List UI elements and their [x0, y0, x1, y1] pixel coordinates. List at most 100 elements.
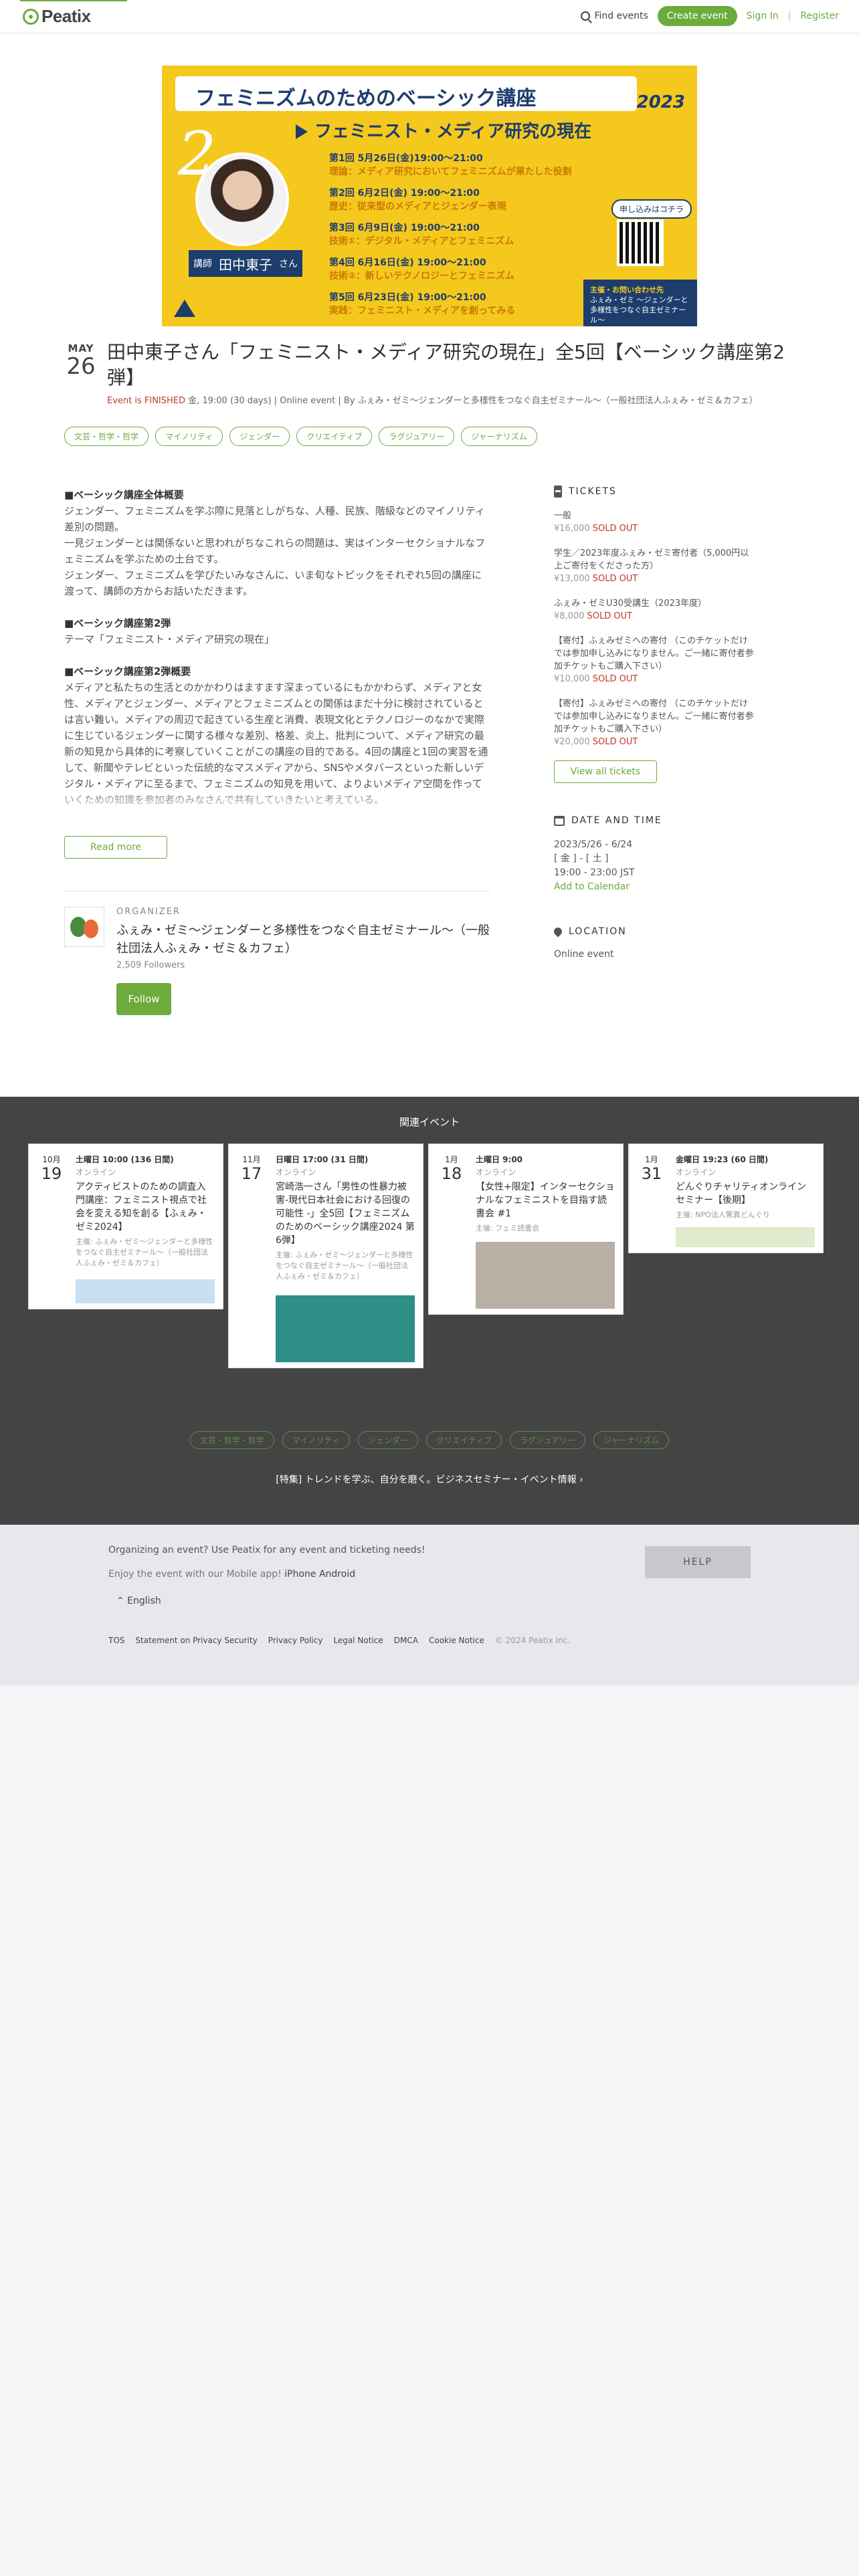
event-date-block: MAY 26	[64, 342, 98, 379]
tag-link[interactable]: ジェンダー	[229, 427, 290, 446]
lecturer-portrait	[195, 152, 289, 246]
contact-body: ふぇみ・ゼミ 〜ジェンダーと多様性をつなぐ自主ゼミナール〜	[590, 296, 688, 324]
read-more-button[interactable]: Read more	[64, 836, 167, 859]
card-title: アクティビストのための調査入門講座：フェミニスト視点で社会を変える知を創る【ふぇ…	[76, 1182, 207, 1232]
peatix-logo[interactable]: Peatix	[23, 6, 91, 27]
mobile-app-label: Enjoy the event with our Mobile app!	[108, 1569, 282, 1580]
session-item: 第1回 5月26日(金)19:00〜21:00 理論：メディア研究においてフェミ…	[329, 151, 597, 178]
session-topic: 実践：フェミニスト・メディアを創ってみる	[329, 306, 516, 316]
tag-link[interactable]: ラグジュアリー	[510, 1431, 585, 1449]
location-pin-icon	[552, 926, 564, 938]
date-days: [ 金 ] - [ 土 ]	[554, 853, 609, 864]
session-date: 第3回 6月9日(金) 19:00〜21:00	[329, 223, 480, 233]
ticket-name: 【寄付】ふぇみゼミへの寄付 （このチケットだけでは参加申し込みになりません。ご一…	[554, 699, 754, 734]
footer-link[interactable]: Legal Notice	[333, 1636, 383, 1645]
session-item: 第3回 6月9日(金) 19:00〜21:00 技術①：デジタル・メディアとフェ…	[329, 221, 597, 247]
related-event-card[interactable]: 1月 18 土曜日 9:00 オンライン 【女性+限定】インターセクショナルなフ…	[428, 1144, 624, 1315]
ticket-status: SOLD OUT	[592, 574, 638, 584]
play-arrow-icon	[296, 124, 308, 139]
ticket-status: SOLD OUT	[592, 674, 638, 684]
tag-link[interactable]: ラグジュアリー	[379, 427, 455, 446]
add-to-calendar-link[interactable]: Add to Calendar	[554, 880, 755, 894]
lecturer-name: 田中東子	[219, 256, 272, 273]
card-day: 19	[41, 1164, 62, 1183]
banner-title: フェミニズムのためのベーシック講座	[195, 87, 537, 110]
nav-separator: |	[787, 11, 791, 21]
card-time: 金曜日 19:23 (60 日間)	[676, 1155, 769, 1164]
time-range: 19:00 - 23:00 JST	[554, 867, 635, 878]
register-link[interactable]: Register	[800, 11, 839, 21]
description-paragraph: 一見ジェンダーとは関係ないと思われがちなこれらの問題は、実はインターセクショナル…	[64, 537, 486, 565]
apply-speech-bubble: 申し込みはコチラ	[611, 199, 692, 219]
card-image	[276, 1295, 415, 1362]
accent-bar	[20, 0, 127, 1]
date-time-heading-label: DATE AND TIME	[571, 815, 662, 826]
sign-in-link[interactable]: Sign In	[747, 11, 779, 21]
organizer-avatar[interactable]	[64, 907, 104, 947]
card-month: 11月	[242, 1155, 261, 1164]
tag-link[interactable]: ジェンダー	[357, 1431, 418, 1449]
footer-links: TOS Statement on Privacy Security Privac…	[108, 1636, 570, 1645]
session-date: 第2回 6月2日(金) 19:00〜21:00	[329, 188, 480, 199]
android-link[interactable]: Android	[319, 1569, 355, 1580]
tag-link[interactable]: 文芸・哲学・哲学	[64, 427, 149, 446]
tag-link[interactable]: クリエイティブ	[425, 1431, 502, 1449]
card-body: 土曜日 10:00 (136 日間) オンライン アクティビストのための調査入門…	[76, 1154, 215, 1269]
organizing-text: Organizing an event? Use Peatix for any …	[108, 1545, 425, 1555]
session-list: 第1回 5月26日(金)19:00〜21:00 理論：メディア研究においてフェミ…	[329, 151, 597, 325]
card-online: オンライン	[276, 1168, 316, 1177]
iphone-link[interactable]: iPhone	[284, 1569, 316, 1580]
card-organizer: 主催: フェミ読書会	[476, 1224, 540, 1232]
find-events-label: Find events	[594, 11, 648, 21]
copyright: © 2024 Peatix Inc.	[494, 1636, 571, 1645]
card-organizer: 主催: NPO法人驚異どんぐり	[676, 1210, 770, 1219]
footer-link[interactable]: TOS	[108, 1636, 124, 1645]
lecturer-label: 講師	[193, 259, 212, 270]
tag-link[interactable]: ジャーナリズム	[593, 1431, 670, 1449]
related-event-card[interactable]: 1月 31 金曜日 19:23 (60 日間) オンライン どんぐりチャリティオ…	[628, 1144, 824, 1253]
banner-contact: 主催・お問い合わせ先 ふぇみ・ゼミ 〜ジェンダーと多様性をつなぐ自主ゼミナール〜	[583, 280, 697, 326]
card-time: 土曜日 10:00 (136 日間)	[76, 1155, 174, 1164]
find-events-link[interactable]: Find events	[581, 11, 648, 21]
help-button[interactable]: HELP	[645, 1546, 751, 1578]
description-paragraph: ジェンダー、フェミニズムを学ぶ際に見落としがちな、人種、民族、階級などのマイノリ…	[64, 505, 485, 533]
footer-link[interactable]: Cookie Notice	[429, 1636, 484, 1645]
tag-link[interactable]: クリエイティブ	[296, 427, 373, 446]
event-meta: Event is FINISHED 金, 19:00 (30 days) | O…	[107, 395, 789, 407]
ticket-status: SOLD OUT	[592, 737, 638, 747]
view-all-tickets-button[interactable]: View all tickets	[554, 760, 657, 783]
footer-link[interactable]: Statement on Privacy Security	[135, 1636, 257, 1645]
card-time: 土曜日 9:00	[476, 1155, 523, 1164]
create-event-button[interactable]: Create event	[657, 6, 737, 26]
location-heading: LOCATION	[552, 926, 755, 938]
feature-link[interactable]: [特集] トレンドを学ぶ、自分を磨く。ビジネスセミナー・イベント情報 ›	[0, 1473, 859, 1486]
card-date: 11月 17	[238, 1154, 265, 1182]
session-topic: 技術②：新しいテクノロジーとフェミニズム	[329, 271, 515, 282]
ticket-item: 【寄付】ふぇみゼミへの寄付 （このチケットだけでは参加申し込みになりません。ご一…	[554, 635, 755, 685]
session-topic: 理論：メディア研究においてフェミニズムが果たした役割	[329, 167, 572, 177]
contact-heading: 主催・お問い合わせ先	[590, 286, 664, 294]
language-selector[interactable]: ⌃ English	[116, 1596, 161, 1606]
top-navigation: Peatix Find events Create event Sign In …	[0, 0, 859, 33]
related-event-card[interactable]: 11月 17 日曜日 17:00 (31 日間) オンライン 宮崎浩一さん「男性…	[228, 1144, 423, 1368]
tag-link[interactable]: マイノリティ	[155, 427, 223, 446]
tag-link[interactable]: 文芸・哲学・哲学	[189, 1431, 274, 1449]
date-time-heading: DATE AND TIME	[554, 815, 755, 826]
ticket-status: SOLD OUT	[587, 611, 633, 621]
organizer-name[interactable]: ふぇみ・ゼミ〜ジェンダーと多様性をつなぐ自主ゼミナール〜（一般社団法人ふぇみ・ゼ…	[116, 922, 498, 958]
tag-link[interactable]: ジャーナリズム	[461, 427, 537, 446]
related-event-card[interactable]: 10月 19 土曜日 10:00 (136 日間) オンライン アクティビストの…	[28, 1144, 223, 1309]
logo-text: Peatix	[41, 6, 91, 26]
footer-link[interactable]: DMCA	[394, 1636, 418, 1645]
follow-button[interactable]: Follow	[116, 983, 171, 1015]
ticket-price: ¥10,000	[554, 674, 590, 684]
nav-links: Find events Create event Sign In | Regis…	[581, 6, 839, 26]
card-body: 日曜日 17:00 (31 日間) オンライン 宮崎浩一さん「男性の性暴力被害-…	[276, 1154, 415, 1282]
description-heading: ■ベーシック講座全体概要	[64, 489, 184, 501]
event-banner-image: フェミニズムのためのベーシック講座 2023 2 フェミニスト・メディア研究の現…	[162, 66, 697, 326]
session-date: 第1回 5月26日(金)19:00〜21:00	[329, 153, 483, 164]
ticket-price: ¥13,000	[554, 574, 590, 584]
footer-link[interactable]: Privacy Policy	[268, 1636, 323, 1645]
tag-link[interactable]: マイノリティ	[282, 1431, 350, 1449]
